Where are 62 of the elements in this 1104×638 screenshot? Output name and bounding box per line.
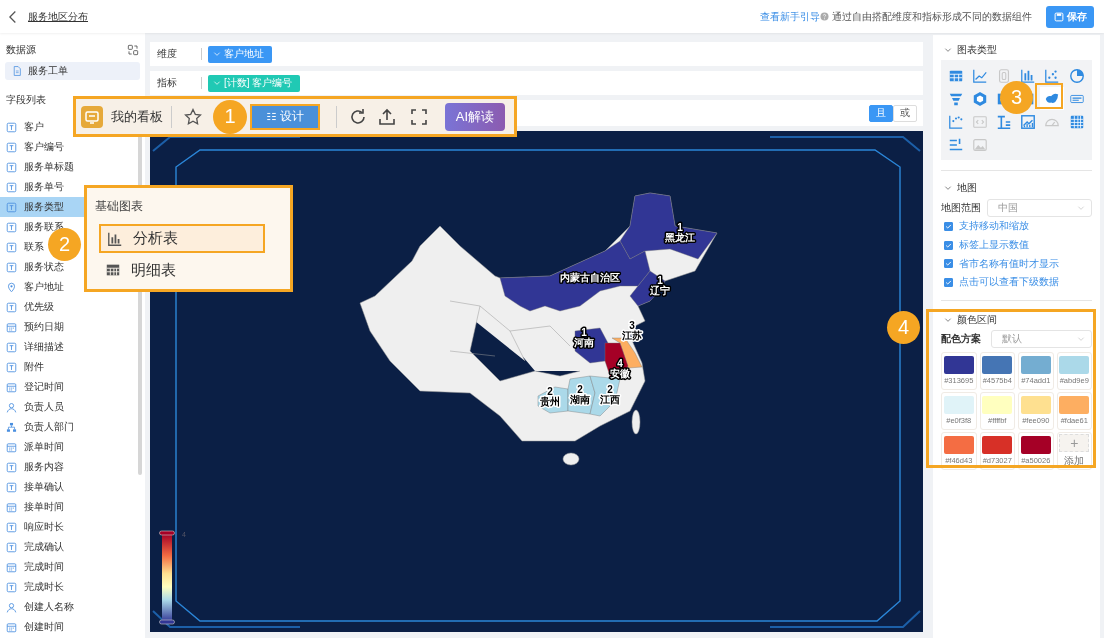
region-name: 内蒙古自治区: [560, 272, 620, 283]
field-label: 完成确认: [24, 540, 64, 554]
region-value: 3: [629, 320, 635, 331]
step-marker-tooltip: 1: [213, 99, 247, 134]
field-label: 创建时间: [24, 620, 64, 634]
region-name: 辽宁: [650, 285, 670, 296]
field-label: 负责人员: [24, 400, 64, 414]
field-label: 地图范围: [941, 201, 981, 215]
menu-title: 基础图表: [95, 198, 143, 215]
field-label: 接单确认: [24, 480, 64, 494]
region-name: 江西: [600, 394, 620, 405]
hint-text: 通过自由搭配维度和指标形成不同的数据组件: [832, 9, 1032, 24]
page-title: 服务地区分布: [28, 9, 88, 24]
field-label: 客户编号: [24, 140, 64, 154]
field-label: 配色方案: [941, 332, 981, 347]
region-name: 湖南: [570, 394, 590, 405]
option-label: 支持移动和缩放: [959, 219, 1029, 234]
field-label: 登记时间: [24, 380, 64, 394]
option-label: 点击可以查看下级数据: [959, 275, 1059, 290]
region-value: 1: [581, 327, 587, 338]
section-title: 字段列表: [5, 93, 46, 107]
region-value: 2: [547, 386, 553, 397]
menu-item-label: 分析表: [133, 229, 178, 248]
field-label: 预约日期: [24, 320, 64, 334]
menu-item-label: 明细表: [131, 260, 176, 280]
field-label: 服务内容: [24, 460, 64, 474]
select-value: 默认: [1002, 332, 1022, 347]
field-label: 接单时间: [24, 500, 64, 514]
field-label: 优先级: [24, 300, 54, 314]
region-value: 2: [607, 384, 613, 395]
add-label: 添加: [1064, 453, 1085, 468]
section-title: 地图: [957, 181, 977, 195]
field-label: 联系: [24, 240, 44, 254]
section-title: 图表类型: [957, 43, 997, 57]
region-name: 贵州: [540, 396, 560, 407]
region-value: 1: [677, 222, 683, 233]
field-label: 派单时间: [24, 440, 64, 454]
field-label: 服务类型: [24, 200, 64, 214]
region-value: 1: [657, 275, 663, 286]
field-label: 服务状态: [24, 260, 64, 274]
region-name: 黑龙江: [665, 232, 695, 243]
option-label: 标签上显示数值: [959, 238, 1029, 253]
row-label: 维度: [157, 47, 178, 61]
select-value: 中国: [998, 201, 1018, 215]
field-label: 服务单标题: [24, 160, 74, 174]
field-label: 响应时长: [24, 520, 64, 534]
field-label: 客户: [24, 120, 44, 134]
option-label: 省市名称有值时才显示: [959, 256, 1059, 271]
field-label: 附件: [24, 360, 44, 374]
region-value: 2: [577, 384, 583, 395]
row-label: 指标: [157, 76, 178, 90]
field-label: 创建人名称: [24, 600, 74, 614]
datasource-name: 服务工单: [28, 64, 68, 78]
field-label: 客户地址: [24, 280, 64, 294]
field-label: 负责人部门: [24, 420, 74, 434]
field-label: 详细描述: [24, 340, 64, 354]
field-label: 完成时间: [24, 560, 64, 574]
field-label: 完成时长: [24, 580, 64, 594]
field-label: 服务单号: [24, 180, 64, 194]
board-title: 我的看板: [111, 107, 163, 126]
section-title: 颜色区间: [957, 312, 997, 327]
section-title: 数据源: [6, 43, 36, 57]
